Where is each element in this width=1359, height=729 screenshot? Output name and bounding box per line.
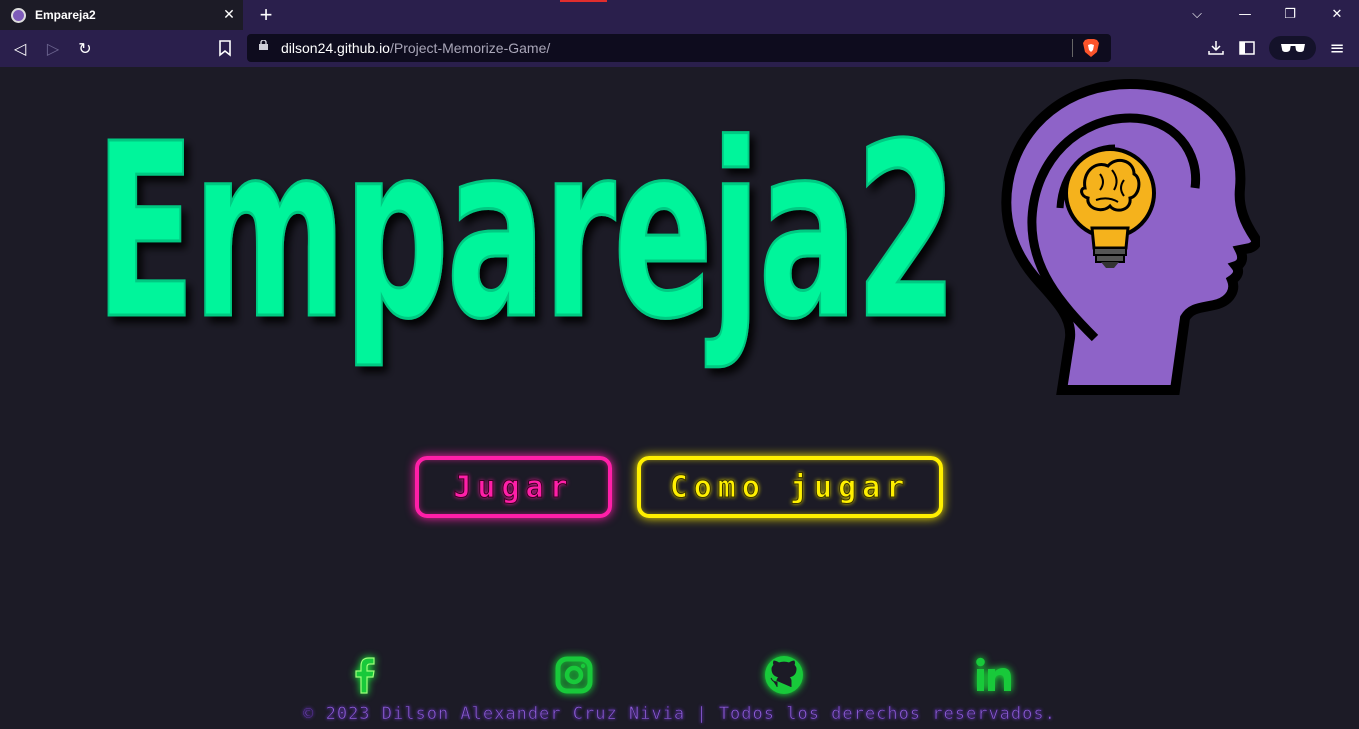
- minimize-button[interactable]: —: [1230, 3, 1260, 27]
- tab-search-dropdown-icon[interactable]: ⌵: [1182, 3, 1212, 27]
- how-to-play-button[interactable]: Como jugar: [637, 456, 943, 518]
- play-button[interactable]: Jugar: [415, 456, 612, 518]
- linkedin-icon[interactable]: [972, 653, 1016, 697]
- site-favicon-icon: [11, 7, 26, 23]
- download-icon[interactable]: [1207, 39, 1225, 57]
- menu-icon[interactable]: ≡: [1325, 37, 1349, 61]
- facebook-icon[interactable]: [342, 653, 386, 697]
- github-icon[interactable]: [762, 653, 806, 697]
- lock-icon[interactable]: [259, 40, 268, 50]
- url-host: dilson24.github.io: [281, 40, 390, 56]
- reload-button[interactable]: ↻: [73, 37, 97, 61]
- sidebar-icon[interactable]: [1239, 40, 1255, 56]
- tab-title: Empareja2: [35, 8, 96, 22]
- bookmark-icon[interactable]: [218, 40, 232, 57]
- tab-indicator: [560, 0, 607, 2]
- close-window-button[interactable]: ✕: [1322, 3, 1352, 27]
- active-tab[interactable]: Empareja2 ✕: [0, 0, 243, 30]
- restore-button[interactable]: ❐: [1275, 3, 1305, 27]
- url-text: dilson24.github.io/Project-Memorize-Game…: [281, 34, 550, 62]
- brain-head-logo: [1001, 78, 1260, 395]
- private-glasses-icon[interactable]: [1269, 36, 1316, 60]
- brave-shields-icon[interactable]: [1082, 38, 1100, 58]
- new-tab-button[interactable]: +: [255, 3, 277, 27]
- address-bar[interactable]: dilson24.github.io/Project-Memorize-Game…: [247, 34, 1111, 62]
- title-text: Empareja2: [95, 92, 955, 372]
- footer-copyright: © 2023 Dilson Alexander Cruz Nivia | Tod…: [303, 704, 1056, 725]
- tab-strip: Empareja2 ✕ + ⌵ — ❐ ✕: [0, 0, 1359, 30]
- url-separator: [1072, 39, 1073, 57]
- forward-button[interactable]: ▷: [41, 37, 65, 61]
- back-button[interactable]: ◁: [8, 37, 32, 61]
- page-title: Empareja2: [95, 91, 960, 374]
- tab-close-icon[interactable]: ✕: [219, 5, 239, 25]
- instagram-icon[interactable]: [552, 653, 596, 697]
- url-path: /Project-Memorize-Game/: [389, 40, 551, 56]
